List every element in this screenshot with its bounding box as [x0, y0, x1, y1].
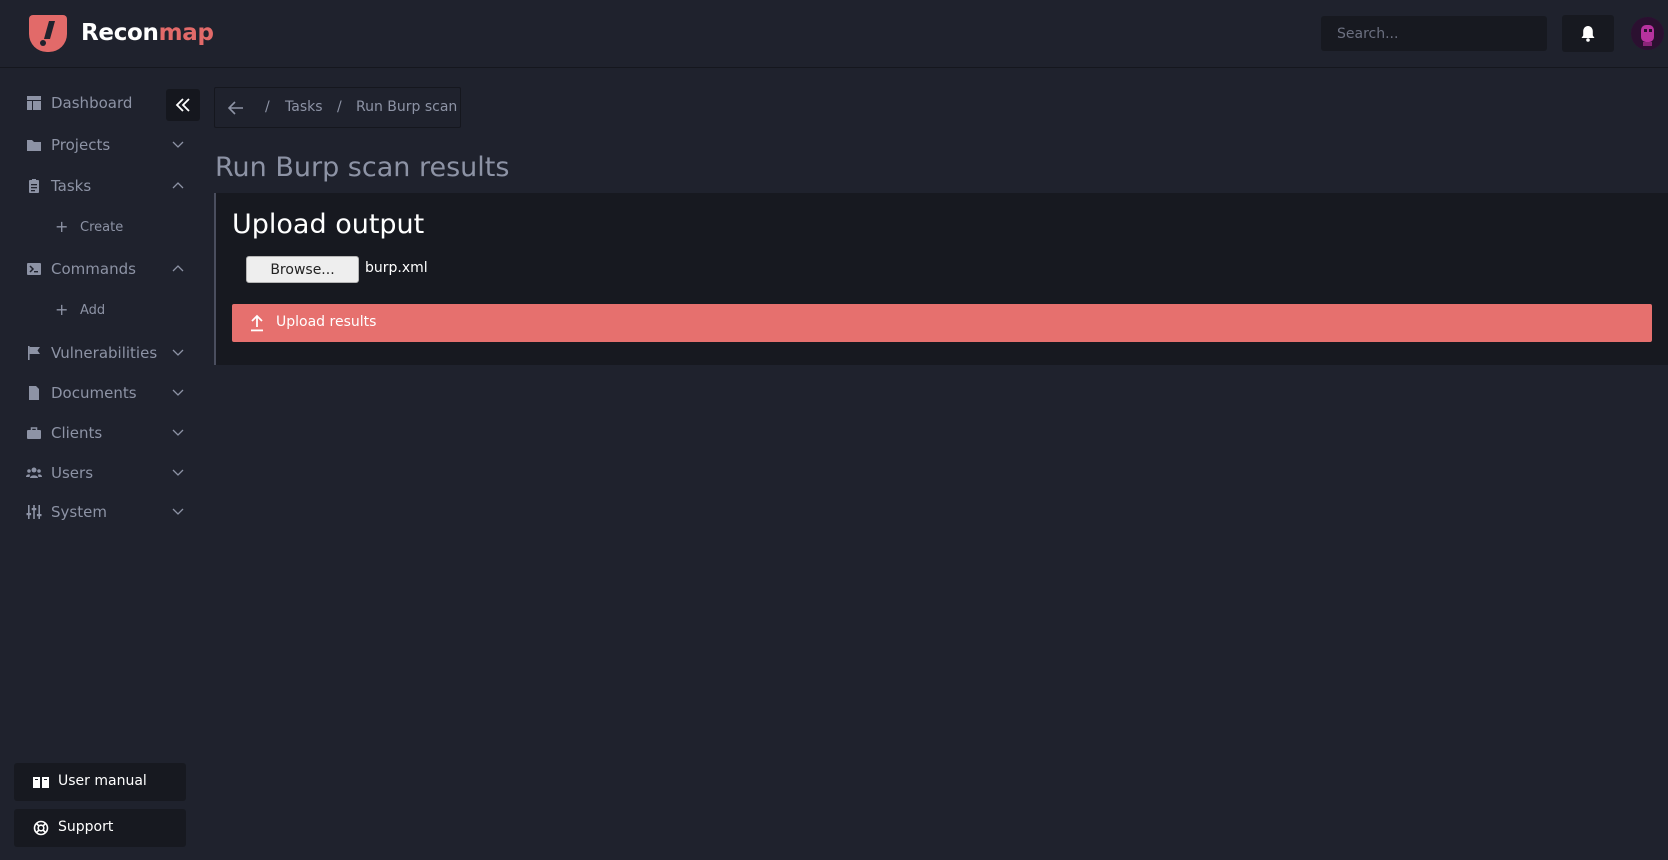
chevron-down-icon [172, 141, 184, 148]
browse-file-button[interactable]: Browse... [246, 256, 359, 283]
brand-name[interactable]: Reconmap [81, 20, 214, 46]
sidebar-subitem-create-task[interactable]: + Create [0, 210, 200, 244]
selected-file-name: burp.xml [365, 260, 428, 276]
sidebar-item-dashboard[interactable]: Dashboard [0, 83, 200, 123]
clipboard-icon [29, 179, 39, 193]
breadcrumb-link-current[interactable]: Run Burp scan [356, 99, 457, 115]
bell-icon [1581, 25, 1595, 42]
sidebar-item-label: Users [51, 464, 94, 482]
flag-icon [28, 346, 40, 360]
breadcrumb-separator: / [337, 99, 342, 115]
sidebar-item-documents[interactable]: Documents [0, 373, 200, 413]
sidebar-item-label: Commands [51, 260, 136, 278]
chevron-down-icon [172, 349, 184, 356]
top-header: Reconmap [0, 0, 1668, 68]
upload-results-label: Upload results [276, 314, 377, 330]
sidebar-item-clients[interactable]: Clients [0, 413, 200, 453]
arrow-left-icon[interactable] [227, 100, 245, 116]
sidebar-item-label: Dashboard [51, 94, 133, 112]
dashboard-icon [27, 96, 41, 110]
support-label: Support [58, 819, 114, 835]
sidebar-item-label: Projects [51, 136, 111, 154]
sliders-icon [26, 505, 42, 519]
reconmap-logo-icon[interactable] [29, 15, 67, 52]
sidebar-subitem-add-command[interactable]: + Add [0, 293, 200, 327]
notifications-button[interactable] [1562, 15, 1614, 52]
folder-icon [27, 140, 41, 151]
chevron-down-icon [172, 389, 184, 396]
sidebar-item-tasks[interactable]: Tasks [0, 166, 200, 206]
panel-title: Upload output [232, 209, 425, 240]
sidebar-item-label: Documents [51, 384, 137, 402]
search-input[interactable] [1321, 16, 1547, 51]
sidebar-item-commands[interactable]: Commands [0, 249, 200, 289]
chevron-up-icon [172, 265, 184, 272]
users-icon [26, 467, 42, 478]
plus-icon: + [55, 217, 69, 236]
sidebar-item-label: Vulnerabilities [51, 344, 158, 362]
sidebar-item-label: System [51, 503, 107, 521]
chevron-down-icon [172, 469, 184, 476]
support-button[interactable]: Support [14, 809, 186, 847]
user-manual-label: User manual [58, 773, 147, 789]
briefcase-icon [27, 427, 41, 439]
chevron-down-icon [172, 508, 184, 515]
breadcrumb-link-tasks[interactable]: Tasks [285, 99, 323, 115]
upload-icon [251, 314, 263, 332]
brand-accent: map [158, 20, 214, 46]
brand-primary: Recon [81, 20, 159, 46]
document-icon [29, 386, 39, 400]
sidebar-subitem-label: Add [80, 303, 106, 318]
sidebar-item-vulnerabilities[interactable]: Vulnerabilities [0, 333, 200, 373]
sidebar-item-label: Clients [51, 424, 103, 442]
sidebar-item-users[interactable]: Users [0, 453, 200, 493]
sidebar-item-system[interactable]: System [0, 492, 200, 532]
page-title: Run Burp scan results [215, 152, 510, 183]
plus-icon: + [55, 300, 69, 319]
user-avatar[interactable] [1631, 17, 1664, 50]
book-open-icon [33, 777, 49, 788]
user-manual-button[interactable]: User manual [14, 763, 186, 801]
sidebar-item-projects[interactable]: Projects [0, 125, 200, 165]
upload-results-button[interactable]: Upload results [232, 304, 1652, 342]
upload-output-panel: Upload output Browse... burp.xml Upload … [214, 193, 1668, 365]
breadcrumb-separator: / [265, 99, 270, 115]
terminal-icon [27, 263, 41, 275]
sidebar: Dashboard Projects Tasks + Create Comman… [0, 69, 200, 860]
chevron-up-icon [172, 182, 184, 189]
breadcrumb: / Tasks / Run Burp scan [214, 87, 461, 128]
life-ring-icon [33, 820, 49, 836]
chevron-down-icon [172, 429, 184, 436]
sidebar-subitem-label: Create [80, 220, 124, 235]
sidebar-item-label: Tasks [51, 177, 92, 195]
